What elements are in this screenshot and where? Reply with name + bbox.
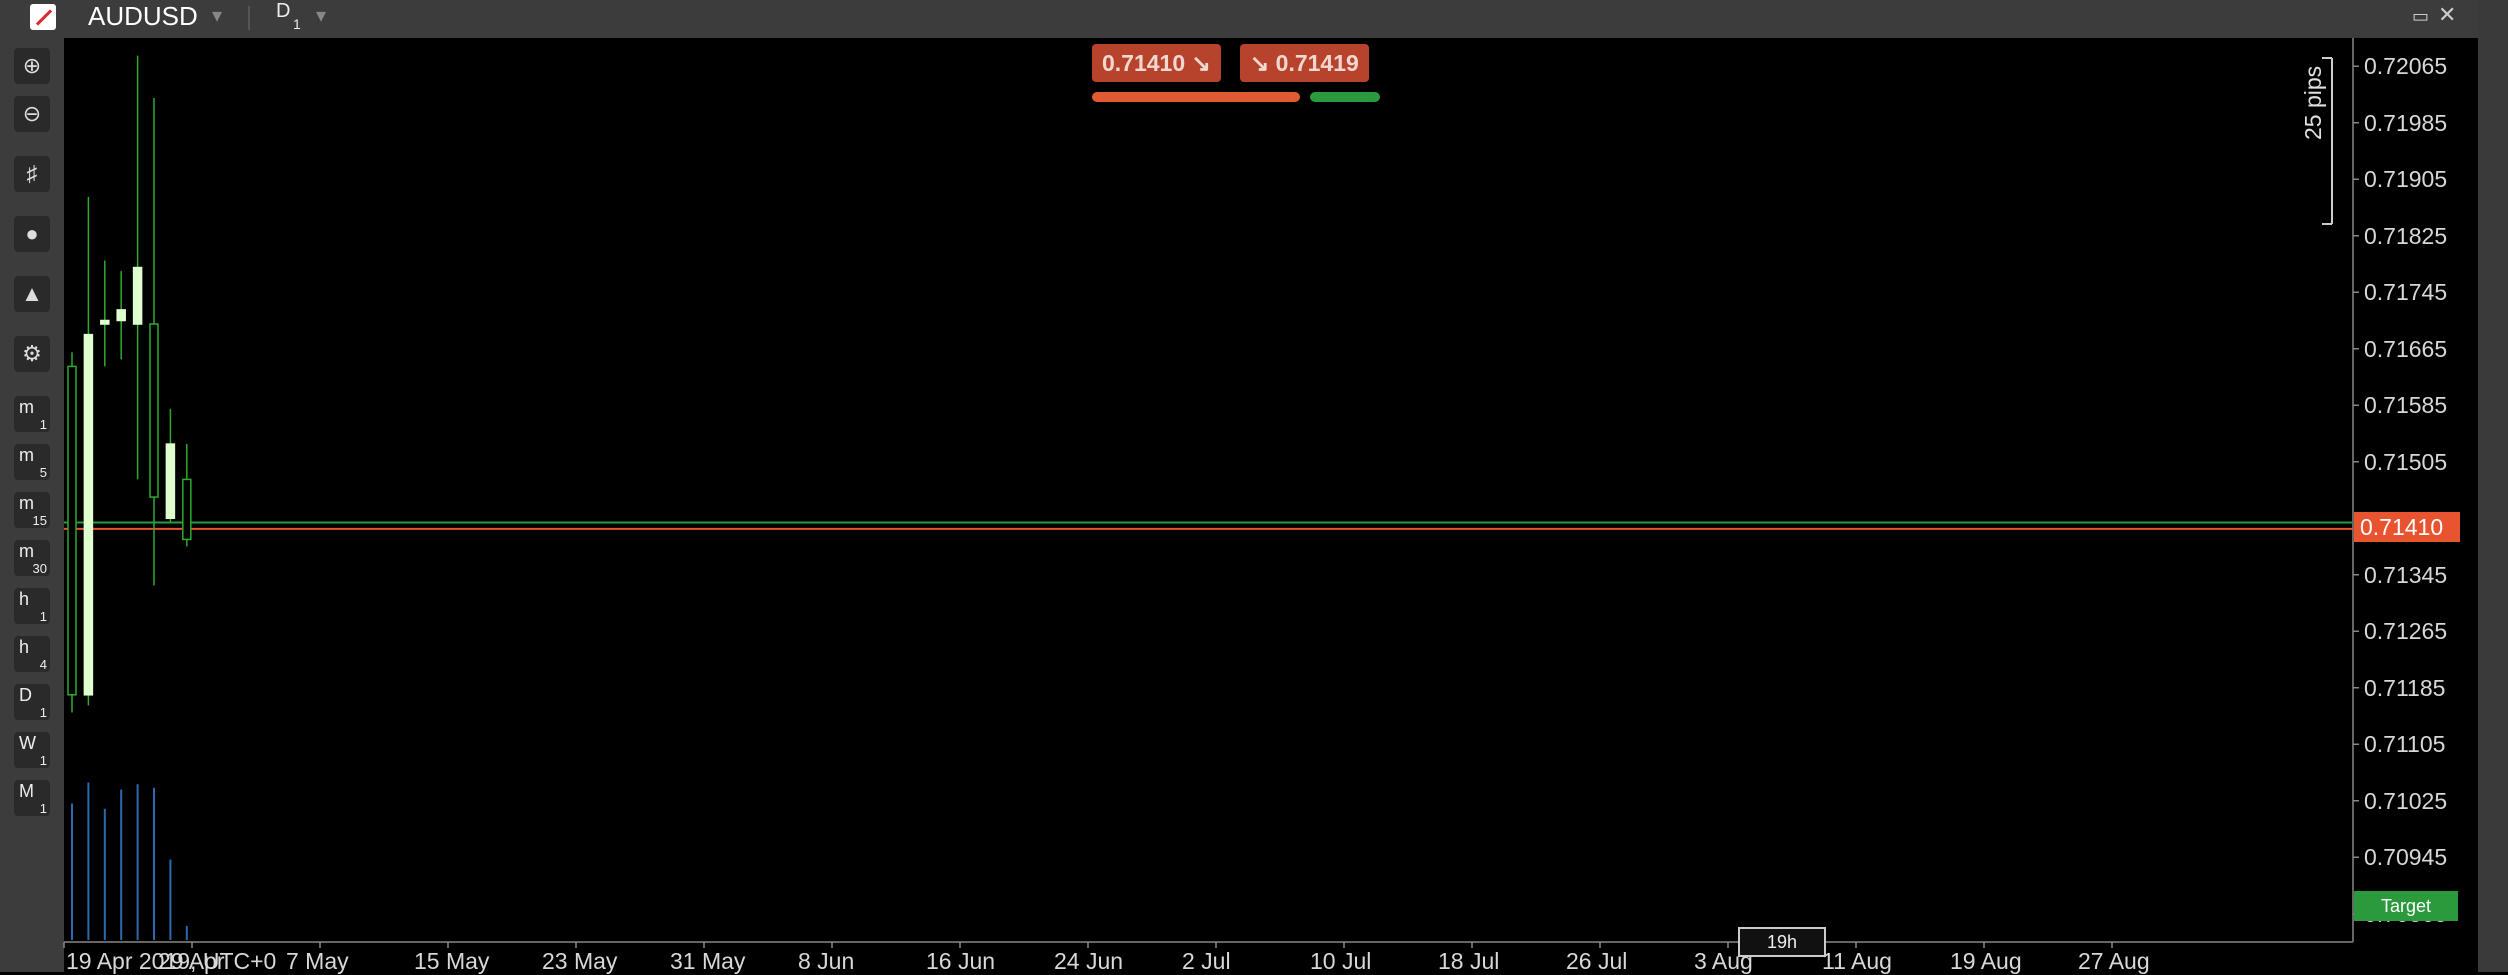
time-axis-label: 31 May: [670, 948, 746, 974]
target-button[interactable]: Target: [2354, 891, 2458, 921]
price-axis-label: 0.72065: [2364, 53, 2448, 80]
buy-quote-button[interactable]: ↘ 0.71419: [1240, 44, 1369, 82]
price-axis-label: 0.71345: [2364, 561, 2448, 588]
candle-body: [67, 365, 77, 696]
price-axis-label: 0.71265: [2364, 618, 2448, 645]
price-axis-label: 0.71105: [2364, 731, 2446, 758]
time-axis-label: 27 Aug: [2078, 948, 2150, 974]
time-axis-label: 24 Jun: [1054, 948, 1124, 974]
buy-arrow-icon: ↘: [1250, 50, 1276, 76]
price-axis-label: 0.71745: [2364, 279, 2448, 306]
candle-body: [149, 323, 159, 498]
price-axis-label: 0.71985: [2364, 109, 2448, 136]
candle-body: [132, 266, 143, 325]
price-axis-label: 0.71185: [2364, 674, 2446, 701]
price-axis-label: 0.71905: [2364, 166, 2448, 193]
candle-body: [165, 443, 176, 519]
time-axis-label: 19 Aug: [1950, 948, 2022, 974]
time-to-close-marker: 19h: [1738, 927, 1826, 957]
buy-sentiment-bar: [1310, 92, 1380, 102]
spread-pips-label: 25 pips: [2300, 65, 2326, 140]
price-axis-label: 0.71665: [2364, 335, 2448, 362]
time-axis-label: 15 May: [414, 948, 490, 974]
price-axis-label: 0.71025: [2364, 787, 2448, 814]
time-axis-label: 29 Apr: [158, 948, 225, 974]
sell-quote-button[interactable]: 0.71410 ↘: [1092, 44, 1221, 82]
price-chart[interactable]: [0, 0, 2508, 972]
right-toolbar: [2478, 0, 2508, 972]
time-axis-label: 8 Jun: [798, 948, 855, 974]
time-axis-label: 26 Jul: [1566, 948, 1628, 974]
sell-arrow-icon: ↘: [1191, 50, 1211, 76]
time-axis-label: 2 Jul: [1182, 948, 1231, 974]
candle-body: [182, 478, 192, 541]
time-axis-label: 16 Jun: [926, 948, 996, 974]
candle-body: [116, 309, 126, 322]
candle-body: [83, 333, 94, 696]
sell-price: 0.71410: [1102, 50, 1186, 76]
current-price-tag: 0.71410: [2354, 512, 2460, 542]
buy-price: 0.71419: [1275, 50, 1359, 76]
candle-body: [100, 319, 110, 325]
sell-sentiment-bar: [1092, 92, 1300, 102]
price-axis-label: 0.71505: [2364, 448, 2448, 475]
price-axis-label: 0.71825: [2364, 222, 2448, 249]
time-axis-label: 18 Jul: [1438, 948, 1500, 974]
price-axis-label: 0.71585: [2364, 392, 2448, 419]
time-axis-label: 11 Aug: [1822, 948, 1892, 974]
time-axis-label: 10 Jul: [1310, 948, 1372, 974]
time-axis-label: 7 May: [286, 948, 349, 974]
price-axis-label: 0.70945: [2364, 844, 2448, 871]
time-axis-label: 23 May: [542, 948, 618, 974]
